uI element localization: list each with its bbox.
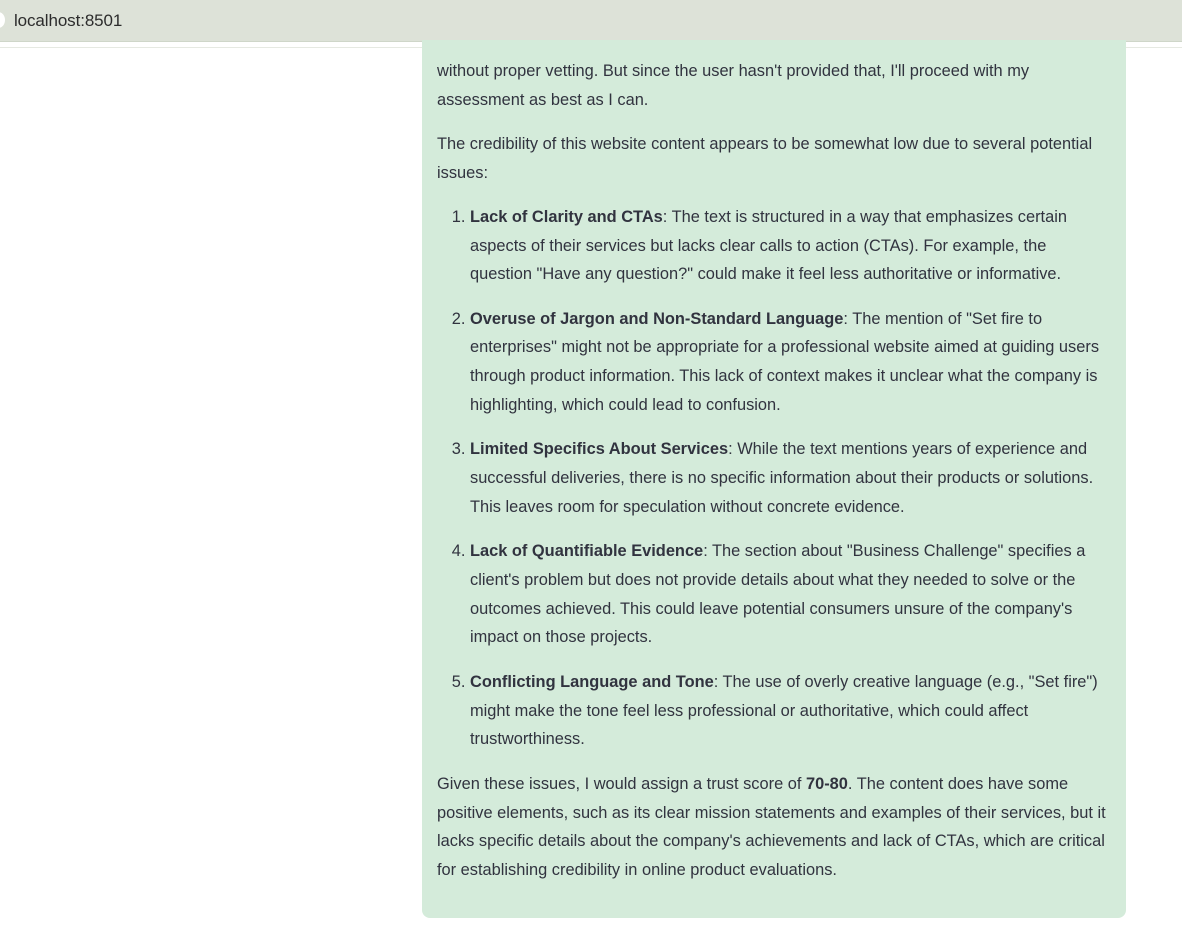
- trust-score: 70-80: [805, 774, 848, 793]
- list-item: Limited Specifics About Services: While …: [470, 435, 1111, 521]
- assistant-message-bubble: without proper vetting. But since the us…: [422, 40, 1126, 918]
- list-item: Lack of Clarity and CTAs: The text is st…: [470, 203, 1111, 289]
- issue-title: Limited Specifics About Services: [470, 440, 729, 459]
- issues-list: Lack of Clarity and CTAs: The text is st…: [437, 203, 1111, 754]
- message-paragraph-intro: without proper vetting. But since the us…: [437, 62, 1030, 109]
- issue-title: Conflicting Language and Tone: [470, 672, 714, 691]
- issue-title: Overuse of Jargon and Non-Standard Langu…: [470, 309, 844, 328]
- browser-address-bar[interactable]: localhost:8501: [0, 0, 1182, 42]
- url-text[interactable]: localhost:8501: [14, 11, 122, 31]
- list-item: Overuse of Jargon and Non-Standard Langu…: [470, 305, 1111, 420]
- issue-title: Lack of Clarity and CTAs: [470, 207, 663, 226]
- site-favicon-icon: [0, 12, 5, 28]
- list-item: Lack of Quantifiable Evidence: The secti…: [470, 537, 1111, 652]
- message-paragraph-lead: The credibility of this website content …: [437, 134, 1093, 182]
- list-item: Conflicting Language and Tone: The use o…: [470, 668, 1111, 754]
- conclusion-text: Given these issues, I would assign a tru…: [437, 774, 806, 793]
- issue-title: Lack of Quantifiable Evidence: [470, 542, 704, 561]
- message-paragraph-conclusion: Given these issues, I would assign a tru…: [437, 770, 1111, 885]
